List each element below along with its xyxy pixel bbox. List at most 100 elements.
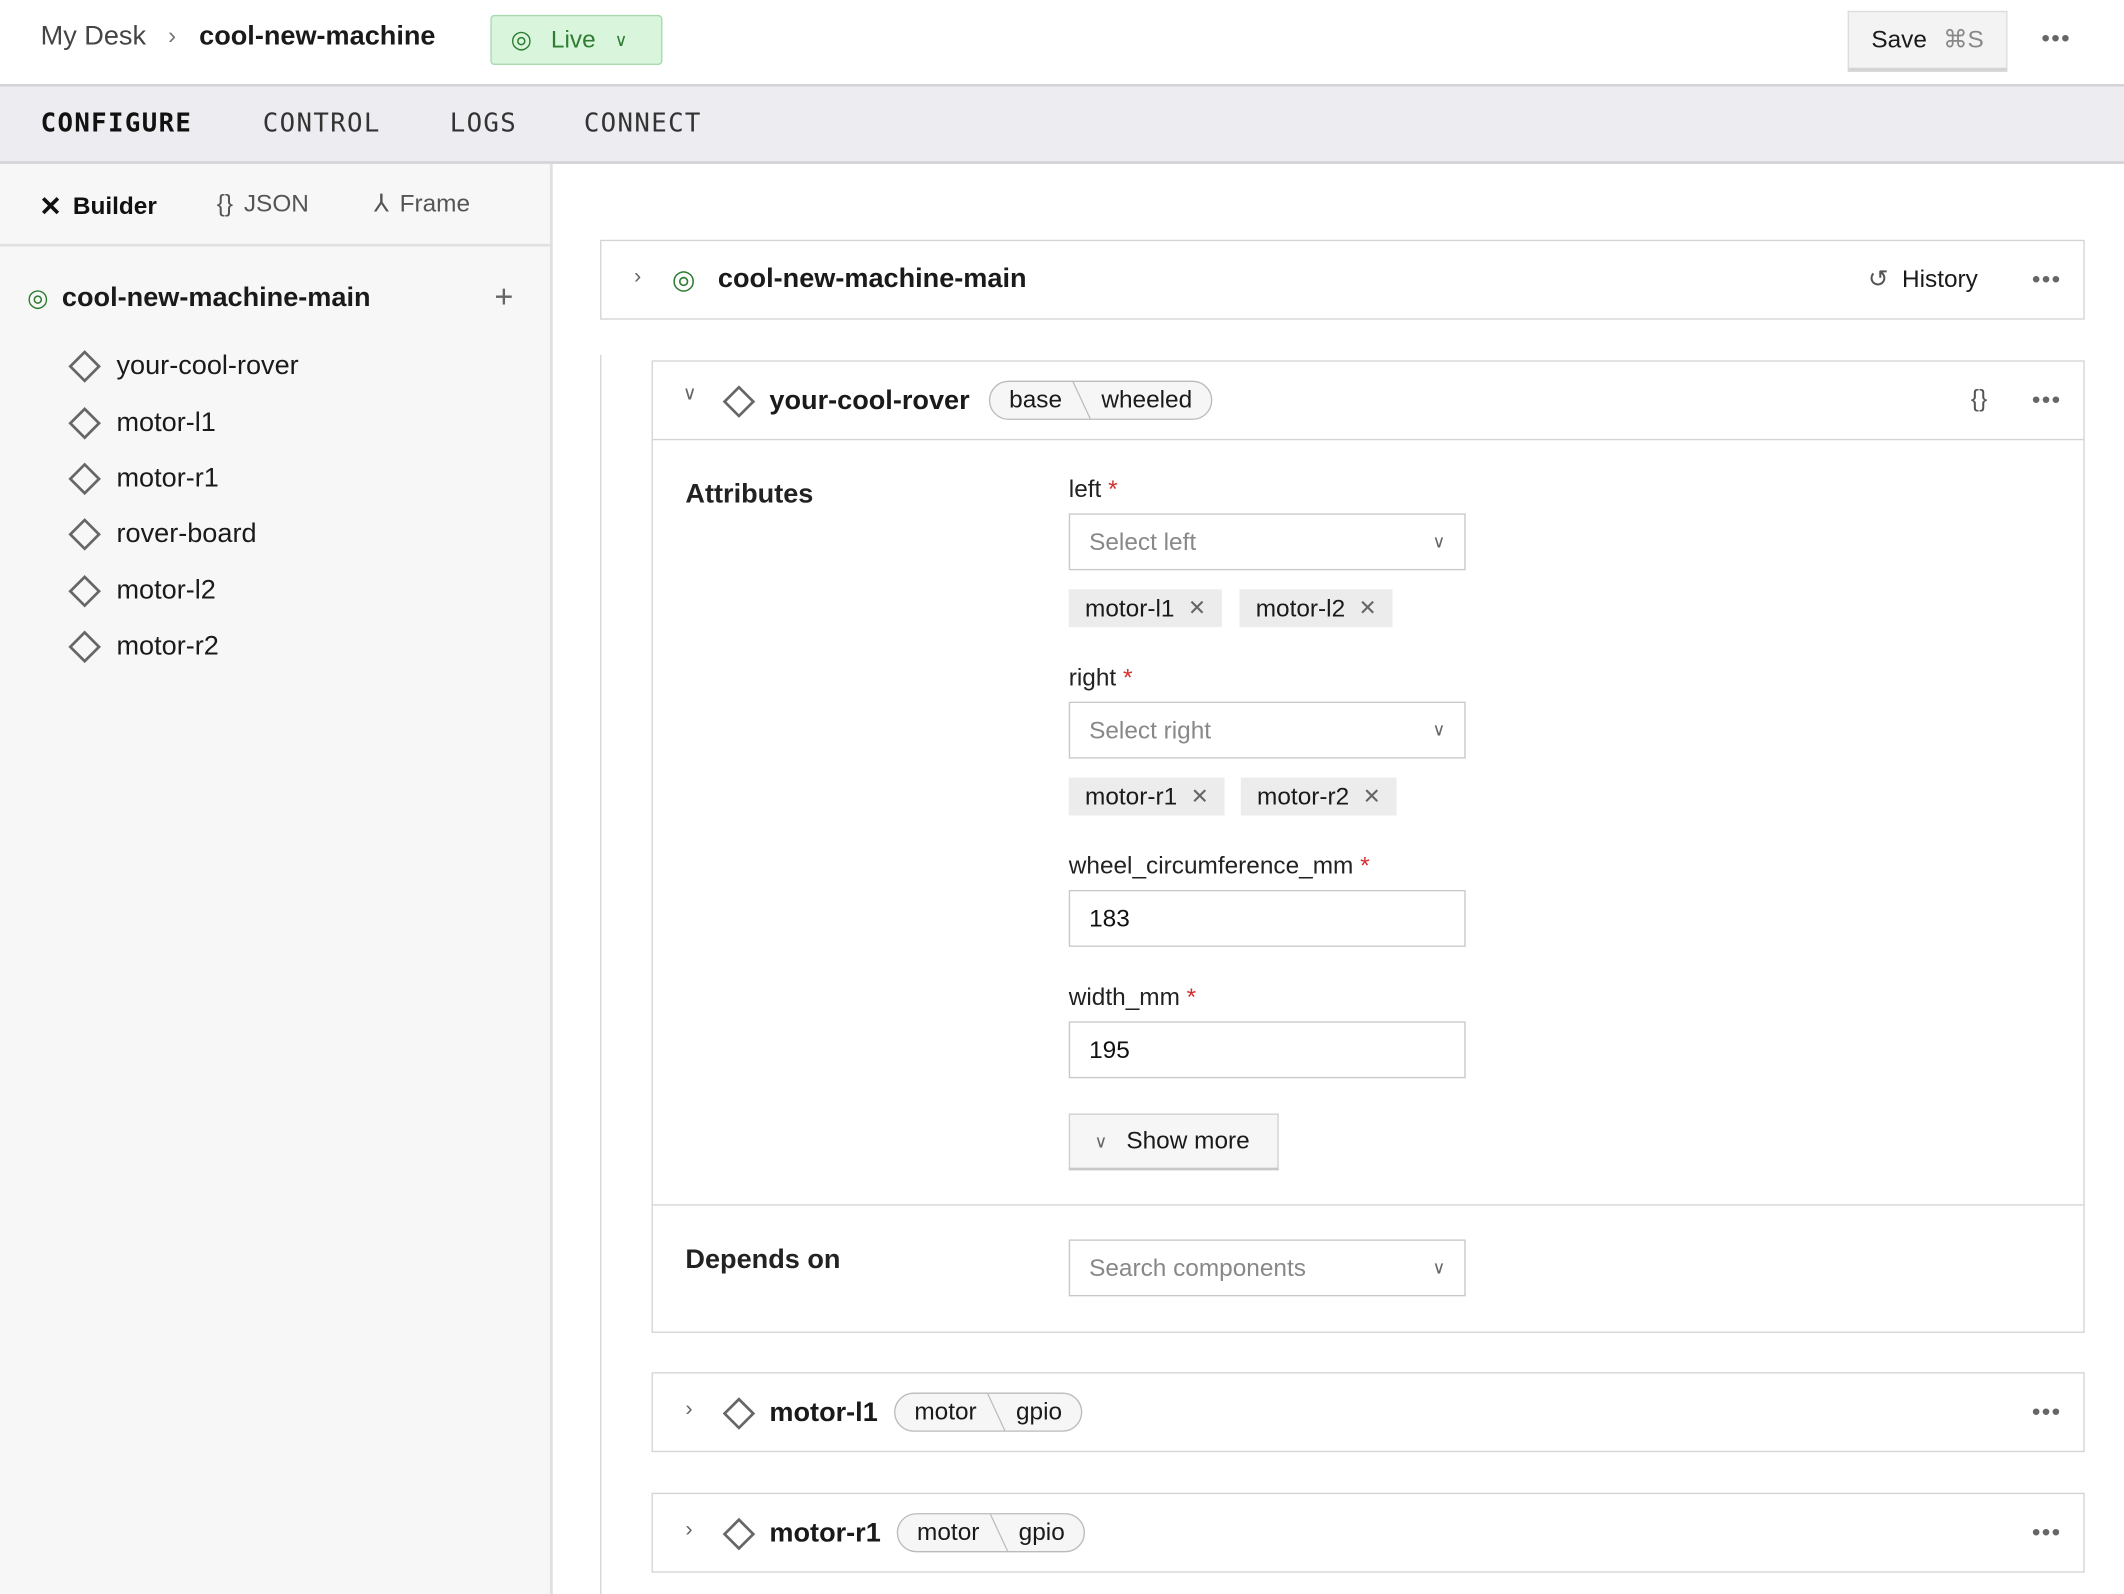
chip-label: motor-l1 — [1085, 593, 1175, 622]
chevron-right-icon[interactable]: › — [634, 265, 641, 289]
more-options-icon[interactable]: ••• — [2032, 386, 2062, 414]
chevron-down-icon: ∨ — [614, 29, 628, 50]
more-options-icon[interactable]: ••• — [2032, 1518, 2062, 1546]
breadcrumb-current: cool-new-machine — [199, 21, 436, 52]
width-input[interactable]: 195 — [1068, 1021, 1466, 1079]
chip-label: motor-l2 — [1255, 593, 1346, 622]
tab-configure[interactable]: CONFIGURE — [41, 108, 193, 138]
component-type: motor — [917, 1518, 980, 1546]
chevron-down-icon: ∨ — [1094, 1130, 1108, 1151]
add-component-icon[interactable]: + — [494, 279, 513, 317]
tab-logs[interactable]: LOGS — [450, 108, 517, 138]
tree-root-label: cool-new-machine-main — [61, 283, 371, 313]
part-title: cool-new-machine-main — [717, 264, 1027, 294]
component-title: motor-r1 — [769, 1518, 881, 1549]
tree-item[interactable]: your-cool-rover — [68, 339, 299, 395]
subtab-frame[interactable]: ⅄ Frame — [374, 190, 470, 218]
more-options-icon[interactable]: ••• — [2041, 24, 2071, 52]
chevron-down-icon: ∨ — [1432, 719, 1446, 740]
main-tabs: CONFIGURE CONTROL LOGS CONNECT — [0, 86, 2124, 164]
breadcrumb-root[interactable]: My Desk — [41, 22, 146, 53]
chip: motor-l2 ✕ — [1239, 589, 1394, 628]
divider — [652, 1204, 2084, 1206]
history-button[interactable]: ↺ History — [1868, 265, 1978, 293]
left-label: left * — [1069, 475, 1118, 503]
type-model-pill: base wheeled — [988, 380, 1213, 420]
chip: motor-r2 ✕ — [1240, 777, 1398, 816]
chip-label: motor-r1 — [1085, 782, 1178, 810]
tree-item[interactable]: motor-r1 — [68, 451, 299, 507]
field-label: wheel_circumference_mm — [1068, 852, 1354, 880]
tree-item[interactable]: motor-l2 — [68, 563, 299, 619]
remove-icon[interactable]: ✕ — [1363, 783, 1381, 810]
depends-on-select[interactable]: Search components ∨ — [1068, 1239, 1466, 1297]
component-diamond-icon — [68, 630, 101, 664]
component-diamond-icon — [722, 1517, 756, 1551]
live-signal-icon: ◎ — [510, 25, 532, 53]
nesting-line — [600, 354, 602, 1594]
chip: motor-l1 ✕ — [1068, 589, 1223, 628]
right-label: right * — [1069, 664, 1133, 692]
tree-root[interactable]: ◎ cool-new-machine-main — [27, 283, 370, 314]
chip-label: motor-r2 — [1257, 782, 1350, 810]
sidebar-subtabs: ✕ Builder {} JSON ⅄ Frame — [0, 164, 550, 247]
required-asterisk: * — [1186, 983, 1197, 1011]
subtab-builder[interactable]: ✕ Builder — [39, 190, 157, 224]
wheel-label: wheel_circumference_mm * — [1069, 852, 1370, 880]
tree-item-label: rover-board — [116, 519, 257, 550]
save-label: Save — [1871, 25, 1927, 53]
attributes-heading: Attributes — [685, 479, 814, 510]
tree-item-label: motor-r2 — [116, 631, 219, 662]
subtab-json[interactable]: {} JSON — [217, 190, 309, 218]
chevron-down-icon: ∨ — [1432, 530, 1446, 552]
save-shortcut: ⌘S — [1943, 25, 1984, 53]
remove-icon[interactable]: ✕ — [1359, 595, 1377, 622]
chevron-right-icon[interactable]: › — [685, 1518, 692, 1542]
width-label: width_mm * — [1069, 983, 1196, 1011]
history-label: History — [1901, 265, 1978, 293]
component-type: motor — [914, 1397, 977, 1426]
chevron-down-icon[interactable]: ∨ — [683, 382, 697, 405]
select-placeholder: Select right — [1089, 715, 1212, 743]
chevron-down-icon: ∨ — [1432, 1257, 1446, 1278]
component-diamond-icon — [68, 518, 101, 552]
part-card: › ◎ cool-new-machine-main ↺ History ••• — [600, 239, 2085, 320]
tools-icon: ✕ — [39, 192, 62, 223]
component-diamond-icon — [722, 1397, 756, 1430]
more-options-icon[interactable]: ••• — [2032, 1398, 2062, 1426]
tree-item[interactable]: rover-board — [68, 507, 299, 563]
tree-items: your-cool-rover motor-l1 motor-r1 rover-… — [68, 339, 299, 675]
component-model: gpio — [1015, 1397, 1063, 1426]
tree-item[interactable]: motor-l1 — [68, 395, 299, 451]
select-placeholder: Select left — [1089, 527, 1197, 555]
field-label: width_mm — [1068, 983, 1180, 1011]
live-status-dropdown[interactable]: ◎ Live ∨ — [490, 14, 663, 66]
tree-item[interactable]: motor-r2 — [68, 619, 299, 675]
component-card-motor-l1: › motor-l1 motor gpio ••• — [651, 1372, 2085, 1453]
show-more-button[interactable]: ∨ Show more — [1068, 1113, 1279, 1171]
chevron-right-icon[interactable]: › — [685, 1398, 692, 1422]
wheel-circumference-input[interactable]: 183 — [1068, 889, 1466, 947]
tree-item-label: your-cool-rover — [116, 351, 299, 381]
component-card-motor-r1: › motor-r1 motor gpio ••• — [651, 1492, 2085, 1573]
component-diamond-icon — [722, 385, 756, 418]
right-select[interactable]: Select right ∨ — [1068, 701, 1466, 759]
tab-connect[interactable]: CONNECT — [584, 108, 702, 138]
component-diamond-icon — [68, 350, 101, 383]
more-options-icon[interactable]: ••• — [2032, 265, 2062, 293]
component-card-header: ∨ your-cool-rover base wheeled {} ••• — [652, 362, 2084, 441]
remove-icon[interactable]: ✕ — [1188, 595, 1206, 622]
required-asterisk: * — [1122, 663, 1133, 691]
save-button[interactable]: Save ⌘S — [1847, 10, 2008, 72]
left-select[interactable]: Select left ∨ — [1068, 513, 1466, 571]
live-label: Live — [550, 25, 596, 53]
required-asterisk: * — [1360, 852, 1370, 880]
tab-control[interactable]: CONTROL — [263, 108, 381, 138]
tree-item-label: motor-l2 — [116, 575, 216, 606]
tree-item-label: motor-r1 — [116, 463, 219, 494]
live-signal-icon: ◎ — [27, 284, 49, 312]
remove-icon[interactable]: ✕ — [1191, 783, 1209, 810]
show-more-label: Show more — [1126, 1127, 1250, 1155]
json-braces-icon[interactable]: {} — [1971, 385, 1987, 413]
select-placeholder: Search components — [1089, 1253, 1306, 1281]
